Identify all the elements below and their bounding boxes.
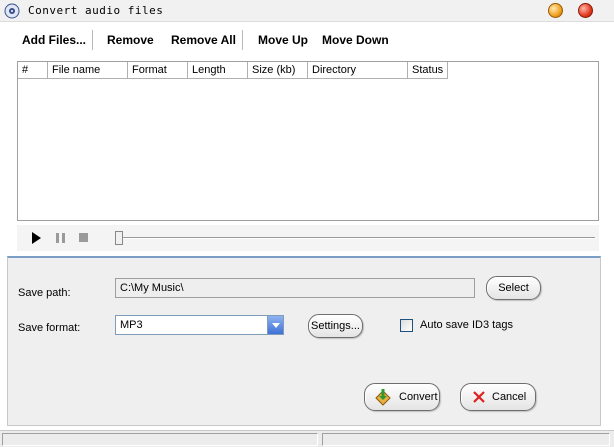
save-format-select[interactable]: MP3 <box>115 315 284 335</box>
status-pane-2 <box>322 433 610 446</box>
settings-button[interactable]: Settings... <box>308 314 363 338</box>
remove-button[interactable]: Remove <box>107 33 154 47</box>
cancel-button[interactable]: Cancel <box>460 383 536 411</box>
cancel-label: Cancel <box>492 391 527 403</box>
move-down-button[interactable]: Move Down <box>322 33 389 47</box>
file-list[interactable]: # File name Format Length Size (kb) Dire… <box>17 61 599 221</box>
column-header-status[interactable]: Status <box>408 62 448 79</box>
stop-icon[interactable] <box>79 233 88 242</box>
select-button[interactable]: Select <box>486 276 541 300</box>
move-up-button[interactable]: Move Up <box>258 33 308 47</box>
window-title: Convert audio files <box>28 4 164 17</box>
dropdown-arrow-icon[interactable] <box>267 316 283 334</box>
minimize-button[interactable] <box>548 3 563 18</box>
status-bar <box>0 430 614 447</box>
column-header-directory[interactable]: Directory <box>308 62 408 79</box>
toolbar-divider <box>92 30 93 50</box>
settings-panel: Save path: C:\My Music\ Select Save form… <box>7 256 601 426</box>
title-bar: Convert audio files <box>0 0 614 22</box>
column-header-number[interactable]: # <box>18 62 48 79</box>
remove-all-button[interactable]: Remove All <box>171 33 236 47</box>
seek-slider-thumb[interactable] <box>115 231 123 245</box>
save-format-label: Save format: <box>18 322 81 334</box>
play-icon[interactable] <box>31 232 42 244</box>
toolbar: Add Files... Remove Remove All Move Up M… <box>0 22 614 58</box>
auto-id3-label: Auto save ID3 tags <box>420 319 513 331</box>
column-header-length[interactable]: Length <box>188 62 248 79</box>
seek-track[interactable] <box>117 237 595 239</box>
player-bar <box>17 225 599 251</box>
pause-icon[interactable] <box>56 233 65 243</box>
convert-label: Convert <box>399 391 438 403</box>
save-path-label: Save path: <box>18 287 71 299</box>
auto-id3-checkbox[interactable] <box>400 319 413 332</box>
column-header-size[interactable]: Size (kb) <box>248 62 308 79</box>
app-icon <box>4 3 20 19</box>
column-header-file-name[interactable]: File name <box>48 62 128 79</box>
add-files-button[interactable]: Add Files... <box>22 33 86 47</box>
save-format-value: MP3 <box>120 319 143 331</box>
save-path-field[interactable]: C:\My Music\ <box>115 278 475 298</box>
close-window-button[interactable] <box>578 3 593 18</box>
convert-icon <box>375 389 391 406</box>
convert-button[interactable]: Convert <box>364 383 440 411</box>
column-header-format[interactable]: Format <box>128 62 188 79</box>
toolbar-divider <box>242 30 243 50</box>
cancel-x-icon <box>473 391 485 403</box>
status-pane-1 <box>2 433 318 446</box>
